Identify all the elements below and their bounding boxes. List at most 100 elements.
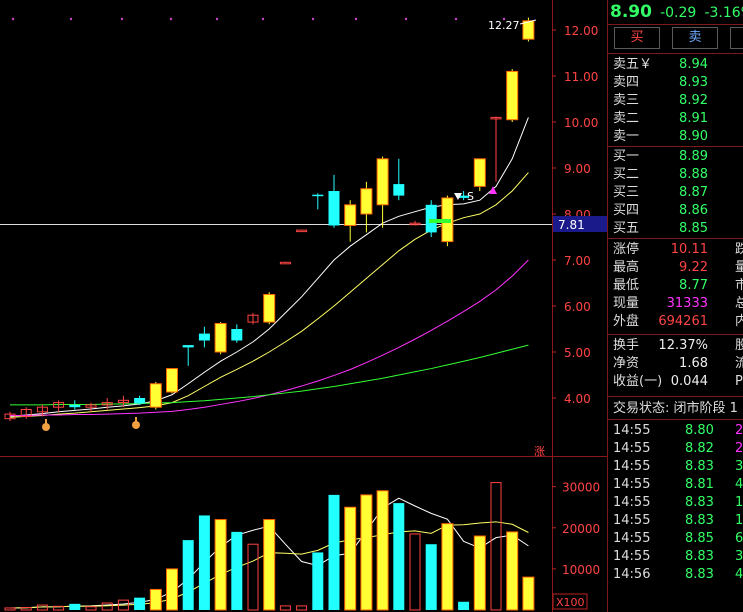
- tick-row[interactable]: 14:55 8.83 11: [613, 494, 743, 512]
- quote-panel: 8.90 -0.29 -3.16% 买 卖 卖五￥ 8.94 卖四 8.93 卖三 8.9…: [607, 0, 743, 612]
- more-button[interactable]: [730, 27, 743, 49]
- bid-row-value: 8.87: [679, 185, 708, 200]
- ask-row-label: 卖二: [613, 111, 640, 126]
- stat-row[interactable]: 现量 31333 总: [613, 295, 743, 313]
- price-tick-label: 4.00: [564, 392, 591, 406]
- top-marker-dot: [354, 17, 358, 21]
- volume-bar: [344, 506, 357, 611]
- trade-status: 交易状态: 闭市阶段 1: [613, 400, 743, 418]
- tick-row[interactable]: 14:55 8.83 3: [613, 548, 743, 566]
- tick-time: 14:55: [613, 477, 651, 492]
- stat-row-value: 10.11: [670, 242, 708, 257]
- ask-row[interactable]: 卖三 8.92: [613, 92, 743, 110]
- ask-row-value: 8.91: [679, 111, 708, 126]
- tick-row[interactable]: 14:56 8.83 4: [613, 566, 743, 584]
- buy-button[interactable]: 买: [614, 27, 660, 49]
- tick-price: 8.83: [685, 513, 714, 528]
- stat-row-value: 0.044: [670, 374, 708, 389]
- bid-row[interactable]: 买五 8.85: [613, 220, 743, 238]
- stat-row[interactable]: 外盘 694261 内: [613, 313, 743, 331]
- volume-bar: [506, 531, 519, 611]
- green-signal-bar: [429, 219, 451, 223]
- candle-body: [69, 404, 81, 408]
- stat-row[interactable]: 换手 12.37% 股: [613, 337, 743, 355]
- volume-bar: [393, 503, 405, 610]
- bid-row[interactable]: 买四 8.86: [613, 202, 743, 220]
- ask-row[interactable]: 卖二 8.91: [613, 110, 743, 128]
- tick-price: 8.83: [685, 495, 714, 510]
- tick-row[interactable]: 14:55 8.83 1: [613, 512, 743, 530]
- price-tick-label: 12.00: [564, 24, 598, 38]
- tick-row[interactable]: 14:55 8.85 6: [613, 530, 743, 548]
- tick-row[interactable]: 14:55 8.80 23: [613, 422, 743, 440]
- volume-bar: [425, 544, 437, 610]
- candle-body: [312, 194, 324, 197]
- price-tick-label: 5.00: [564, 346, 591, 360]
- candle-body: [182, 345, 194, 348]
- current-price-label: 7.81: [558, 218, 585, 232]
- volume-bar: [263, 519, 276, 611]
- tick-row[interactable]: 14:55 8.81 4: [613, 476, 743, 494]
- price-tick-label: 11.00: [564, 70, 598, 84]
- hand-pointer-icon: [135, 417, 137, 423]
- ask-row[interactable]: 卖五￥ 8.94: [613, 56, 743, 74]
- ask-row[interactable]: 卖四 8.93: [613, 74, 743, 92]
- tick-time: 14:55: [613, 549, 651, 564]
- price-tick-label: 10.00: [564, 116, 598, 130]
- tick-volume: 6: [735, 531, 743, 546]
- ask-row-label: 卖三: [613, 93, 640, 108]
- bid-row-value: 8.88: [679, 167, 708, 182]
- bid-row-label: 买一: [613, 149, 640, 164]
- candle-body: [393, 184, 405, 196]
- stat-row[interactable]: 收益(一) 0.044 PE: [613, 373, 743, 391]
- tick-price: 8.83: [685, 567, 714, 582]
- ask-row-label: 卖四: [613, 75, 640, 90]
- top-marker-dot: [169, 17, 173, 21]
- stat-row-ext: 股: [735, 338, 743, 353]
- tick-price: 8.83: [685, 459, 714, 474]
- candle-body: [506, 70, 519, 121]
- stat-row-label: 外盘: [613, 314, 640, 329]
- tick-row[interactable]: 14:55 8.83 3: [613, 458, 743, 476]
- stat-row-value: 31333: [666, 296, 708, 311]
- stat-row[interactable]: 最高 9.22 量: [613, 259, 743, 277]
- top-marker-dot: [120, 17, 124, 21]
- tick-price: 8.82: [685, 441, 714, 456]
- bid-row[interactable]: 买二 8.88: [613, 166, 743, 184]
- top-marker-dot: [404, 17, 408, 21]
- volume-bar: [69, 603, 81, 610]
- bid-row[interactable]: 买一 8.89: [613, 148, 743, 166]
- tick-price: 8.85: [685, 531, 714, 546]
- stat-row-ext: 流: [735, 356, 743, 371]
- stat-row-value: 1.68: [679, 356, 708, 371]
- price-change: -0.29: [660, 5, 697, 21]
- tick-volume: 23: [735, 423, 743, 438]
- candle-body: [344, 204, 357, 227]
- tick-price: 8.83: [685, 549, 714, 564]
- ask-row[interactable]: 卖一 8.90: [613, 128, 743, 146]
- bid-row[interactable]: 买三 8.87: [613, 184, 743, 202]
- tick-time: 14:55: [613, 513, 651, 528]
- candle-body: [425, 204, 437, 233]
- candle-body: [263, 294, 276, 323]
- candle-body: [198, 333, 210, 341]
- stat-row[interactable]: 净资 1.68 流: [613, 355, 743, 373]
- stat-row[interactable]: 涨停 10.11 跌: [613, 241, 743, 259]
- stat-row-label: 净资: [613, 356, 640, 371]
- volume-bar: [166, 568, 178, 611]
- candle-body: [149, 383, 162, 408]
- stat-row[interactable]: 最低 8.77 市: [613, 277, 743, 295]
- sell-button[interactable]: 卖: [672, 27, 718, 49]
- stat-row-label: 最高: [613, 260, 640, 275]
- tick-row[interactable]: 14:55 8.82 20: [613, 440, 743, 458]
- signal-s-label: S: [467, 190, 474, 203]
- bid-row-label: 买二: [613, 167, 640, 182]
- tick-price: 8.81: [685, 477, 714, 492]
- stat-row-value: 8.77: [679, 278, 708, 293]
- candle-body: [328, 191, 340, 226]
- stat-row-ext: 跌: [735, 242, 743, 257]
- stat-row-value: 9.22: [679, 260, 708, 275]
- volume-unit-label: X100: [556, 596, 585, 609]
- bid-row-label: 买四: [613, 203, 640, 218]
- tick-price: 8.80: [685, 423, 714, 438]
